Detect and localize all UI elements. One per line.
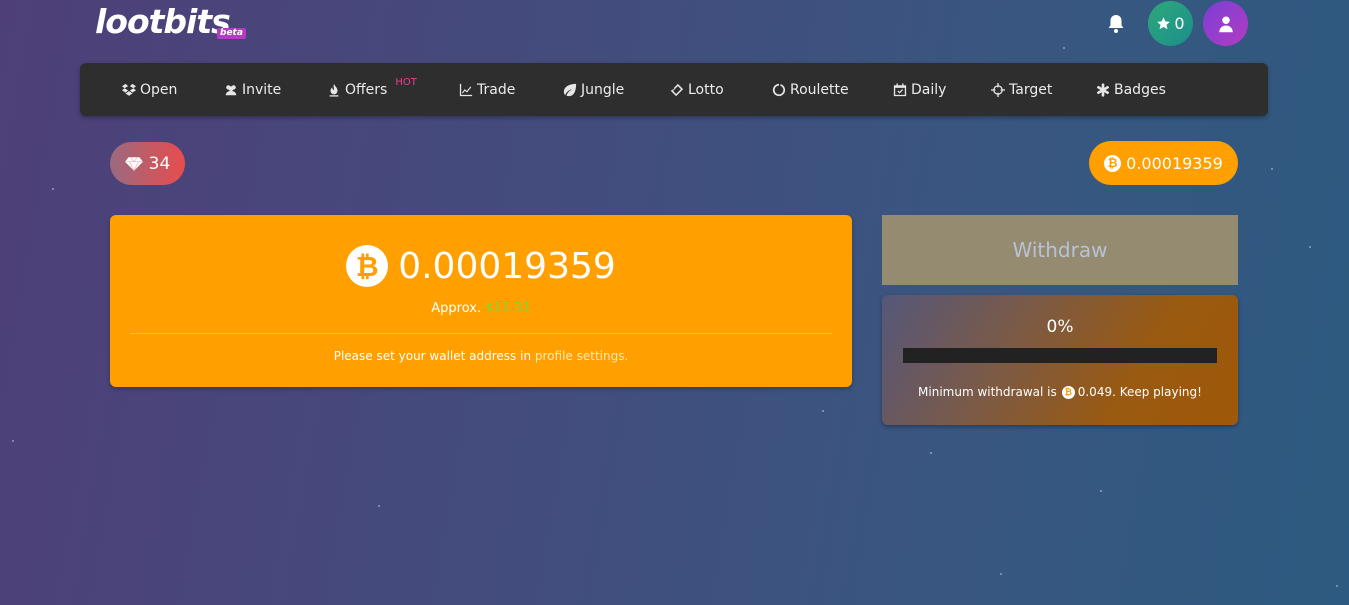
user-icon (1218, 16, 1233, 32)
nav-label: Lotto (688, 81, 724, 98)
progress-bar (903, 348, 1217, 363)
btc-balance-value: 0.00019359 (1126, 153, 1223, 173)
notification-bell-icon[interactable] (1106, 13, 1126, 35)
logo-text: lootbits (95, 2, 231, 41)
balance-display: ₿ 0.00019359 (110, 245, 852, 287)
user-avatar[interactable] (1203, 1, 1248, 46)
stars-counter[interactable]: 0 (1148, 1, 1193, 46)
divider (130, 333, 832, 334)
nav-label: Roulette (790, 81, 849, 98)
background-star (1000, 573, 1002, 575)
bitcoin-icon: ₿ (1061, 385, 1075, 399)
background-star (12, 440, 14, 442)
nav-item-open[interactable]: Open (122, 63, 177, 116)
nav-item-jungle[interactable]: Jungle (563, 63, 624, 116)
nav-label: Target (1009, 81, 1053, 98)
nav-label: Badges (1114, 81, 1166, 98)
background-star (1336, 585, 1338, 587)
btc-balance-pill[interactable]: ₿ 0.00019359 (1089, 141, 1238, 185)
ticket-icon (670, 83, 684, 96)
background-star (52, 188, 54, 190)
nav-item-daily[interactable]: Daily (893, 63, 946, 116)
wallet-note: Please set your wallet address in profil… (110, 349, 852, 363)
background-star (378, 505, 380, 507)
nav-item-lotto[interactable]: Lotto (670, 63, 724, 116)
nav-label: Open (140, 81, 178, 98)
leaf-icon (563, 83, 577, 96)
nav-item-invite[interactable]: Invite (224, 63, 281, 116)
profile-settings-link[interactable]: profile settings. (535, 349, 628, 363)
approx-usd: $11.31 (485, 301, 531, 316)
nav-item-badges[interactable]: Badges (1096, 63, 1166, 116)
withdraw-progress-card: 0% Minimum withdrawal is ₿ 0.049. Keep p… (882, 295, 1238, 425)
gems-count: 34 (148, 153, 171, 174)
wallet-note-text: Please set your wallet address in (333, 349, 532, 363)
nav-item-roulette[interactable]: Roulette (772, 63, 849, 116)
nav-label: Offers (345, 81, 388, 98)
min-note-prefix: Minimum withdrawal is (918, 385, 1057, 399)
background-star (1309, 246, 1311, 248)
balance-value: 0.00019359 (398, 245, 616, 287)
hot-badge: HOT (395, 77, 417, 88)
asterisk-icon (1096, 82, 1110, 97)
approx-label: Approx. (431, 301, 482, 316)
background-star (1271, 168, 1273, 170)
stars-count: 0 (1174, 14, 1185, 33)
min-withdrawal-note: Minimum withdrawal is ₿ 0.049. Keep play… (882, 385, 1238, 399)
approx-value: Approx. $11.31 (110, 301, 852, 316)
background-star (1100, 490, 1102, 492)
withdraw-button[interactable]: Withdraw (882, 215, 1238, 285)
nav-label: Daily (911, 81, 947, 98)
bitcoin-icon: ₿ (1104, 154, 1122, 172)
dropbox-icon (122, 83, 136, 96)
users-icon (225, 84, 237, 95)
circle-notch-icon (772, 83, 786, 96)
nav-item-target[interactable]: Target (991, 63, 1052, 116)
balance-card: ₿ 0.00019359 Approx. $11.31 Please set y… (110, 215, 852, 387)
nav-item-offers[interactable]: Offers HOT (327, 63, 417, 116)
nav-label: Jungle (581, 81, 625, 98)
nav-label: Trade (477, 81, 516, 98)
fire-icon (329, 83, 339, 97)
calendar-check-icon (893, 82, 907, 96)
progress-percent: 0% (1046, 317, 1074, 337)
gems-counter[interactable]: 34 (110, 142, 185, 185)
gem-icon (124, 156, 143, 171)
star-icon (1157, 17, 1171, 30)
background-star (1063, 47, 1065, 49)
logo[interactable]: lootbits beta (95, 2, 246, 41)
crosshairs-icon (991, 82, 1005, 97)
background-star (930, 452, 932, 454)
chart-line-icon (459, 83, 473, 96)
min-note-suffix: 0.049. Keep playing! (1077, 385, 1202, 399)
bitcoin-icon: ₿ (346, 245, 389, 287)
nav-item-trade[interactable]: Trade (459, 63, 515, 116)
nav-label: Invite (242, 81, 282, 98)
main-nav: Open Invite Offers HOT Trade Jungle Lott… (80, 63, 1268, 116)
background-star (822, 410, 824, 412)
beta-badge: beta (217, 28, 246, 39)
